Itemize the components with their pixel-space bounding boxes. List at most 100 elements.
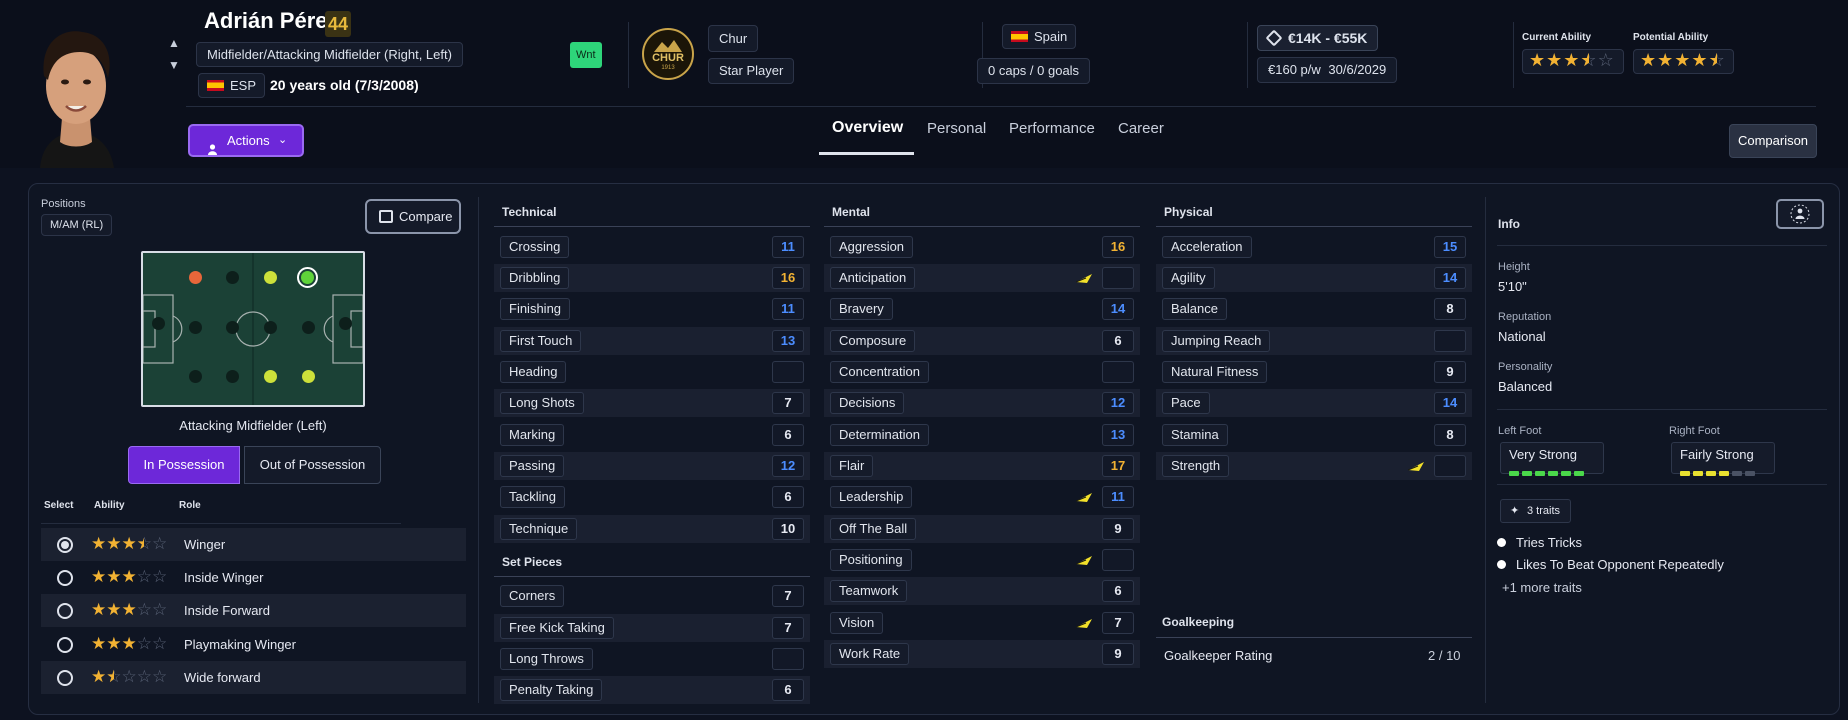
- set-pieces-heading: Set Pieces: [502, 555, 563, 569]
- attribute-value: 15: [1434, 236, 1466, 258]
- attribute-row[interactable]: Teamwork 6: [824, 577, 1140, 605]
- comparison-button[interactable]: Comparison: [1729, 124, 1817, 158]
- attribute-row[interactable]: Composure 6: [824, 327, 1140, 355]
- next-player-button[interactable]: ▼: [165, 56, 183, 74]
- attribute-row[interactable]: Positioning: [824, 546, 1140, 574]
- attribute-value: 9: [1434, 361, 1466, 383]
- pitch-dot: [189, 321, 202, 334]
- more-traits-link[interactable]: +1 more traits: [1502, 580, 1582, 595]
- role-radio[interactable]: [57, 603, 73, 619]
- attribute-name: Marking: [500, 424, 565, 446]
- player-name: Adrián Pérez: [204, 8, 339, 33]
- attribute-row[interactable]: Marking 6: [494, 421, 810, 449]
- compare-button[interactable]: Compare: [365, 199, 461, 234]
- wage: €160 p/w: [1268, 62, 1321, 77]
- attribute-row[interactable]: Strength: [1156, 452, 1472, 480]
- goalkeeper-rating-label: Goalkeeper Rating: [1164, 648, 1273, 663]
- in-possession-toggle[interactable]: In Possession: [128, 446, 240, 484]
- previous-player-button[interactable]: ▲: [165, 34, 183, 52]
- attribute-row[interactable]: Long Shots 7: [494, 389, 810, 417]
- pitch-dot-selected[interactable]: [297, 267, 318, 288]
- role-row[interactable]: ★★★☆☆ Playmaking Winger: [41, 628, 466, 661]
- role-radio[interactable]: [57, 670, 73, 686]
- role-row[interactable]: ★☆★☆☆☆ Wide forward: [41, 661, 466, 694]
- height-value: 5'10": [1498, 279, 1527, 294]
- pitch-dot-poor: [189, 271, 202, 284]
- role-radio[interactable]: [57, 537, 73, 553]
- attribute-row[interactable]: Tackling 6: [494, 483, 810, 511]
- attribute-row[interactable]: Vision 7: [824, 609, 1140, 637]
- attribute-row[interactable]: Long Throws: [494, 645, 810, 673]
- attribute-name: Leadership: [830, 486, 913, 508]
- attribute-row[interactable]: Balance 8: [1156, 295, 1472, 323]
- attribute-value: [772, 648, 804, 670]
- position-pitch: [141, 251, 365, 407]
- attribute-row[interactable]: Jumping Reach: [1156, 327, 1472, 355]
- out-of-possession-toggle[interactable]: Out of Possession: [244, 446, 381, 484]
- attribute-row[interactable]: Pace 14: [1156, 389, 1472, 417]
- mental-heading: Mental: [832, 205, 871, 219]
- attribute-name: Stamina: [1162, 424, 1228, 446]
- attribute-row[interactable]: Dribbling 16: [494, 264, 810, 292]
- attribute-row[interactable]: Crossing 11: [494, 233, 810, 261]
- attribute-row[interactable]: Natural Fitness 9: [1156, 358, 1472, 386]
- wage-chip: €160 p/w 30/6/2029: [1257, 57, 1398, 83]
- role-name: Inside Winger: [184, 570, 264, 585]
- attribute-row[interactable]: First Touch 13: [494, 327, 810, 355]
- chevron-down-icon: ⌄: [278, 134, 288, 146]
- selected-position-name: Attacking Midfielder (Left): [179, 418, 327, 433]
- attribute-value: 12: [1102, 392, 1134, 414]
- role-row[interactable]: ★★★☆☆ Inside Winger: [41, 561, 466, 594]
- potential-ability-label: Potential Ability: [1633, 32, 1709, 43]
- attribute-value: 14: [1102, 298, 1134, 320]
- value-range: €14K - €55K: [1288, 30, 1368, 46]
- nation-chip[interactable]: Spain: [1002, 24, 1077, 49]
- attribute-row[interactable]: Technique 10: [494, 515, 810, 543]
- attribute-row[interactable]: Agility 14: [1156, 264, 1472, 292]
- attribute-row[interactable]: Passing 12: [494, 452, 810, 480]
- tab-career[interactable]: Career: [1118, 120, 1164, 137]
- attribute-row[interactable]: Work Rate 9: [824, 640, 1140, 668]
- positions-label: Positions: [41, 198, 86, 210]
- attribute-name: Long Shots: [500, 392, 584, 414]
- person-badge-icon: [1790, 204, 1810, 224]
- attribute-row[interactable]: Heading: [494, 358, 810, 386]
- squad-role: Star Player: [708, 58, 795, 84]
- role-row[interactable]: ★★★☆★☆ Winger: [41, 528, 466, 561]
- tab-overview[interactable]: Overview: [832, 119, 903, 137]
- tab-performance[interactable]: Performance: [1009, 120, 1095, 137]
- attribute-row[interactable]: Finishing 11: [494, 295, 810, 323]
- attribute-row[interactable]: Penalty Taking 6: [494, 676, 810, 704]
- club-logo[interactable]: CHUR 1913: [642, 28, 694, 80]
- attribute-row[interactable]: Flair 17: [824, 452, 1140, 480]
- attribute-value: 9: [1102, 643, 1134, 665]
- player-profile-button[interactable]: [1776, 199, 1824, 229]
- attribute-row[interactable]: Free Kick Taking 7: [494, 614, 810, 642]
- attribute-row[interactable]: Stamina 8: [1156, 421, 1472, 449]
- trait-item: Tries Tricks: [1497, 535, 1582, 550]
- attribute-row[interactable]: Acceleration 15: [1156, 233, 1472, 261]
- attribute-value: [1102, 267, 1134, 289]
- actions-button[interactable]: Actions ⌄: [188, 124, 304, 157]
- traits-button[interactable]: ✦ 3 traits: [1500, 499, 1572, 523]
- attribute-row[interactable]: Anticipation: [824, 264, 1140, 292]
- role-row[interactable]: ★★★☆☆ Inside Forward: [41, 594, 466, 627]
- attribute-row[interactable]: Bravery 14: [824, 295, 1140, 323]
- role-name: Wide forward: [184, 670, 261, 685]
- role-radio[interactable]: [57, 570, 73, 586]
- tab-personal[interactable]: Personal: [927, 120, 986, 137]
- attribute-row[interactable]: Determination 13: [824, 421, 1140, 449]
- attribute-row[interactable]: Decisions 12: [824, 389, 1140, 417]
- attribute-name: Corners: [500, 585, 565, 607]
- role-name: Winger: [184, 537, 226, 552]
- attribute-row[interactable]: Aggression 16: [824, 233, 1140, 261]
- left-foot-box: Very Strong: [1500, 442, 1604, 476]
- attribute-row[interactable]: Concentration: [824, 358, 1140, 386]
- status-badge: Wnt: [570, 42, 602, 68]
- role-radio[interactable]: [57, 637, 73, 653]
- club-name[interactable]: Chur: [708, 25, 759, 52]
- attribute-row[interactable]: Off The Ball 9: [824, 515, 1140, 543]
- attribute-row[interactable]: Corners 7: [494, 582, 810, 610]
- attribute-row[interactable]: Leadership 11: [824, 483, 1140, 511]
- attribute-name: Crossing: [500, 236, 570, 258]
